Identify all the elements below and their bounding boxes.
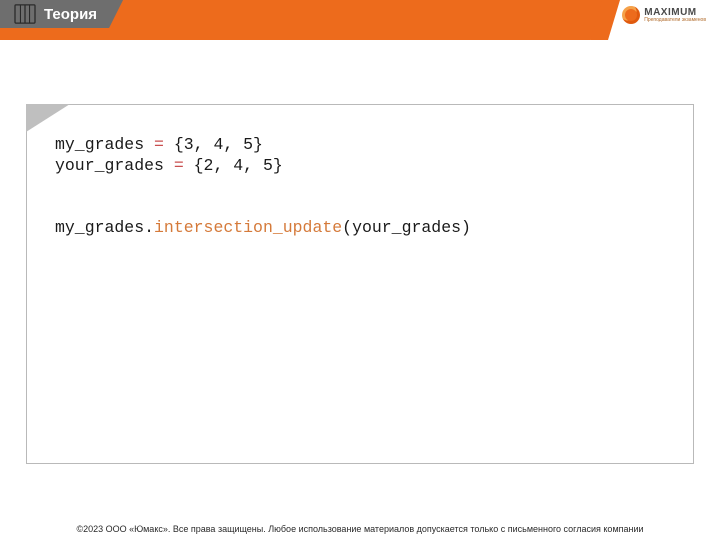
code-panel: my_grades = {3, 4, 5} your_grades = {2, … (26, 104, 694, 464)
code-block: my_grades = {3, 4, 5} your_grades = {2, … (55, 135, 673, 238)
header: Теория MAXIMUM Преподаватели экзаменов (0, 0, 720, 40)
code-text: my_grades (55, 135, 154, 154)
code-text: (your_grades) (342, 218, 471, 237)
brand-tagline: Преподаватели экзаменов (644, 18, 706, 23)
code-operator: = (174, 156, 184, 175)
brand-name: MAXIMUM (644, 8, 706, 18)
code-text: my_grades. (55, 218, 154, 237)
brand-logo-text: MAXIMUM Преподаватели экзаменов (644, 8, 706, 23)
section-tab-label: Теория (44, 6, 97, 23)
code-operator: = (154, 135, 164, 154)
code-text: your_grades (55, 156, 174, 175)
panel-corner-fold (26, 104, 70, 132)
brand-logo-mark (622, 6, 640, 24)
code-text: {2, 4, 5} (184, 156, 283, 175)
copyright-text: ©2023 ООО «Юмакс». Все права защищены. Л… (76, 524, 643, 534)
code-text: {3, 4, 5} (164, 135, 263, 154)
footer: ©2023 ООО «Юмакс». Все права защищены. Л… (0, 524, 720, 534)
slide: Теория MAXIMUM Преподаватели экзаменов m… (0, 0, 720, 540)
book-icon (14, 4, 36, 24)
brand-logo: MAXIMUM Преподаватели экзаменов (622, 6, 706, 24)
code-method: intersection_update (154, 218, 342, 237)
